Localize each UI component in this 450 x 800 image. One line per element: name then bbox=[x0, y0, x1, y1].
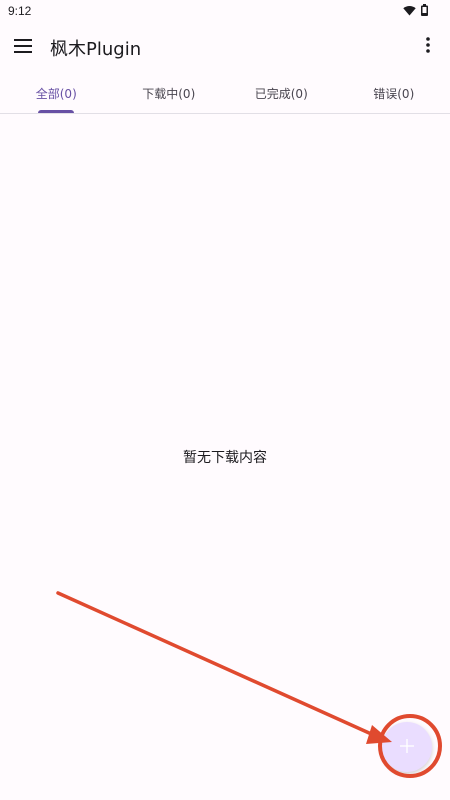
tab-downloading[interactable]: 下载中(0) bbox=[113, 74, 226, 113]
tab-label: 已完成(0) bbox=[254, 87, 308, 101]
top-app-bar: 枫木Plugin bbox=[0, 22, 450, 74]
annotation-arrow-line bbox=[56, 591, 380, 739]
empty-state-message: 暂无下载内容 bbox=[183, 450, 267, 466]
wifi-icon bbox=[403, 5, 416, 19]
more-vert-icon bbox=[426, 37, 430, 57]
tab-indicator bbox=[38, 110, 75, 113]
plus-icon bbox=[400, 738, 414, 757]
battery-icon bbox=[421, 4, 428, 19]
tab-label: 下载中(0) bbox=[142, 87, 196, 101]
add-download-fab[interactable] bbox=[382, 722, 432, 772]
tab-all[interactable]: 全部(0) bbox=[0, 74, 113, 113]
menu-button[interactable] bbox=[10, 34, 36, 60]
overflow-menu-button[interactable] bbox=[416, 34, 440, 60]
app-screen: 9:12 枫木Plugin 全部(0) 下载中(0) 已完成(0) 错误(0) … bbox=[0, 0, 450, 800]
tab-label: 全部(0) bbox=[35, 87, 77, 101]
tab-error[interactable]: 错误(0) bbox=[338, 74, 450, 113]
annotation-overlay bbox=[56, 591, 442, 778]
hamburger-menu-icon bbox=[14, 38, 32, 57]
app-title: 枫木Plugin bbox=[50, 39, 142, 60]
status-time: 9:12 bbox=[8, 4, 32, 18]
download-tabs: 全部(0) 下载中(0) 已完成(0) 错误(0) bbox=[0, 74, 450, 114]
tab-completed[interactable]: 已完成(0) bbox=[225, 74, 338, 113]
status-icons bbox=[403, 4, 428, 19]
status-bar: 9:12 bbox=[0, 0, 450, 22]
tab-label: 错误(0) bbox=[373, 87, 415, 101]
